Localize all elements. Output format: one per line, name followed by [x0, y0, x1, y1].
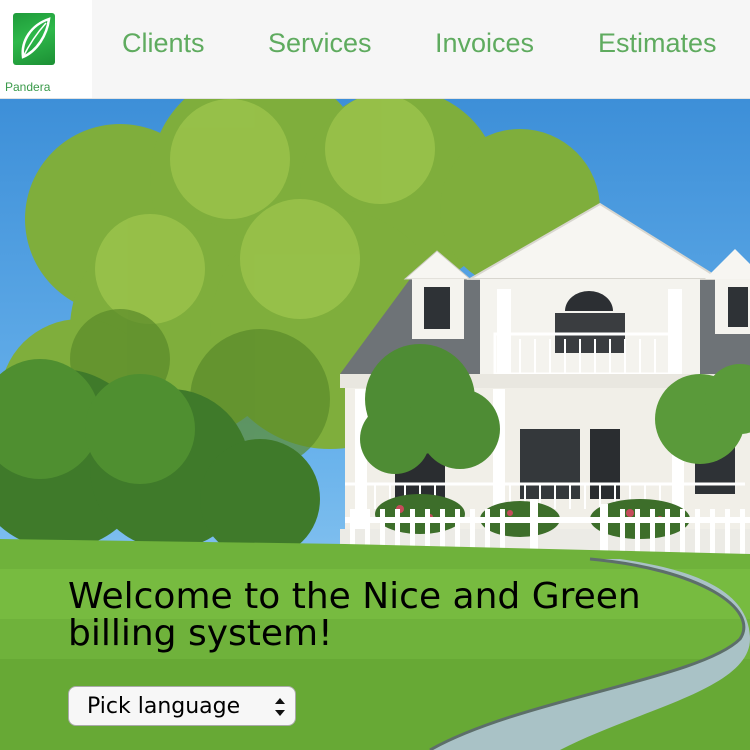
- nav-item-estimates[interactable]: Estimates: [598, 28, 717, 59]
- updown-chevron-icon: [274, 696, 286, 718]
- logo[interactable]: Pandera: [0, 0, 92, 98]
- hero-banner: Welcome to the Nice and Green billing sy…: [0, 99, 750, 750]
- nav-item-clients[interactable]: Clients: [122, 28, 205, 59]
- language-select[interactable]: Pick language: [68, 686, 296, 726]
- leaf-logo-icon: [13, 13, 55, 65]
- top-navigation-bar: Pandera Clients Services Invoices Estima…: [0, 0, 750, 99]
- welcome-heading: Welcome to the Nice and Green billing sy…: [68, 576, 641, 654]
- language-select-value: Pick language: [87, 694, 241, 719]
- nav-item-invoices[interactable]: Invoices: [435, 28, 534, 59]
- nav-item-services[interactable]: Services: [268, 28, 372, 59]
- brand-name: Pandera: [5, 80, 51, 94]
